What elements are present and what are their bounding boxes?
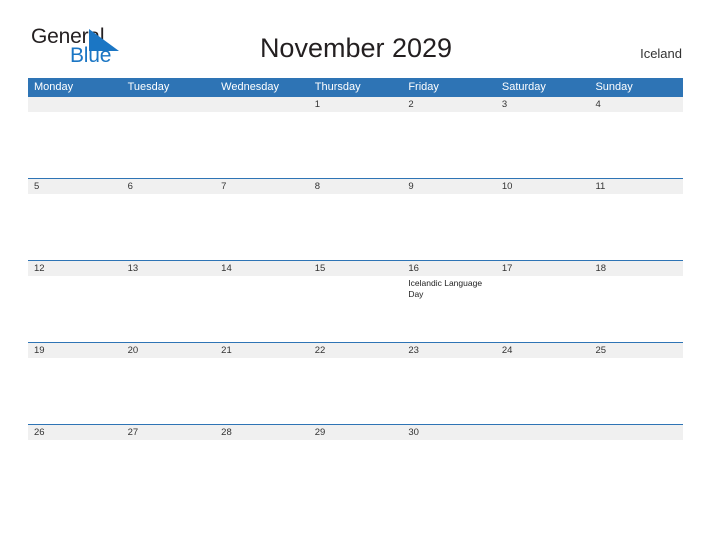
day-number[interactable]: 9 bbox=[402, 179, 496, 194]
day-cell-empty bbox=[28, 112, 122, 178]
week-event-band bbox=[28, 440, 683, 506]
day-cell-empty bbox=[309, 194, 403, 260]
page-header: General Blue November 2029 Iceland bbox=[0, 0, 712, 76]
calendar-grid: Monday Tuesday Wednesday Thursday Friday Satu… bbox=[28, 78, 683, 506]
day-cell-empty bbox=[122, 358, 216, 424]
weekday-header-saturday: Saturday bbox=[501, 81, 546, 93]
day-cell-empty bbox=[28, 358, 122, 424]
day-number[interactable]: 8 bbox=[309, 179, 403, 194]
day-number[interactable]: 12 bbox=[28, 261, 122, 276]
day-cell-empty bbox=[496, 276, 590, 342]
day-number[interactable]: 30 bbox=[402, 425, 496, 440]
day-number bbox=[122, 97, 216, 112]
calendar-page: General Blue November 2029 Iceland Monda… bbox=[0, 0, 712, 550]
day-number[interactable]: 16 bbox=[402, 261, 496, 276]
day-cell-empty bbox=[496, 358, 590, 424]
day-number[interactable]: 25 bbox=[589, 343, 683, 358]
calendar-week-row: 26 27 28 29 30 bbox=[28, 424, 683, 506]
day-number bbox=[589, 425, 683, 440]
day-cell-empty bbox=[402, 440, 496, 506]
day-number[interactable]: 7 bbox=[215, 179, 309, 194]
day-cell-empty bbox=[215, 276, 309, 342]
day-number[interactable]: 27 bbox=[122, 425, 216, 440]
calendar-week-row: 12 13 14 15 16 17 18 Icelandic Language Day bbox=[28, 260, 683, 342]
day-number[interactable]: 21 bbox=[215, 343, 309, 358]
day-cell-empty bbox=[309, 358, 403, 424]
day-cell-empty bbox=[215, 358, 309, 424]
week-date-band: 5 6 7 8 9 10 11 bbox=[28, 179, 683, 194]
day-number[interactable]: 19 bbox=[28, 343, 122, 358]
weekday-header-friday: Friday bbox=[408, 81, 439, 93]
day-cell-empty bbox=[28, 440, 122, 506]
day-cell-empty bbox=[215, 194, 309, 260]
day-cell-empty bbox=[122, 112, 216, 178]
day-cell-empty bbox=[215, 440, 309, 506]
day-number[interactable]: 5 bbox=[28, 179, 122, 194]
week-event-band: Icelandic Language Day bbox=[28, 276, 683, 342]
calendar-weeks: 1 2 3 4 5 6 7 8 9 10 11 12 13 14 15 16 17 18 Icelandic Lan… bbox=[28, 97, 683, 506]
weekday-header-monday: Monday bbox=[34, 81, 74, 93]
day-number[interactable]: 17 bbox=[496, 261, 590, 276]
day-number[interactable]: 10 bbox=[496, 179, 590, 194]
calendar-week-row: 5 6 7 8 9 10 11 bbox=[28, 178, 683, 260]
day-number bbox=[496, 425, 590, 440]
week-date-band: 26 27 28 29 30 bbox=[28, 425, 683, 440]
day-cell-empty bbox=[309, 112, 403, 178]
day-number[interactable]: 20 bbox=[122, 343, 216, 358]
day-number[interactable]: 3 bbox=[496, 97, 590, 112]
day-cell-empty bbox=[496, 112, 590, 178]
day-number[interactable]: 14 bbox=[215, 261, 309, 276]
day-cell-empty bbox=[589, 194, 683, 260]
day-cell-empty bbox=[589, 358, 683, 424]
day-number[interactable]: 2 bbox=[402, 97, 496, 112]
day-number[interactable]: 24 bbox=[496, 343, 590, 358]
day-number[interactable]: 28 bbox=[215, 425, 309, 440]
day-number[interactable]: 26 bbox=[28, 425, 122, 440]
day-number[interactable]: 22 bbox=[309, 343, 403, 358]
weekday-header-thursday: Thursday bbox=[314, 81, 361, 93]
day-cell-empty bbox=[309, 276, 403, 342]
day-cell-empty bbox=[402, 358, 496, 424]
day-number[interactable]: 13 bbox=[122, 261, 216, 276]
week-event-band bbox=[28, 112, 683, 178]
page-title: November 2029 bbox=[259, 33, 453, 63]
day-number[interactable]: 23 bbox=[402, 343, 496, 358]
day-number[interactable]: 1 bbox=[309, 97, 403, 112]
day-number[interactable]: 29 bbox=[309, 425, 403, 440]
weekday-header-wednesday: Wednesday bbox=[221, 81, 280, 93]
day-cell-empty bbox=[28, 194, 122, 260]
day-cell-empty bbox=[122, 440, 216, 506]
region-label: Iceland bbox=[640, 46, 682, 61]
day-cell-empty bbox=[309, 440, 403, 506]
day-cell-empty bbox=[496, 194, 590, 260]
week-date-band: 19 20 21 22 23 24 25 bbox=[28, 343, 683, 358]
day-cell-empty bbox=[28, 276, 122, 342]
day-number[interactable]: 6 bbox=[122, 179, 216, 194]
day-cell-empty bbox=[122, 194, 216, 260]
day-cell-empty bbox=[402, 194, 496, 260]
day-event-label: Icelandic Language Day bbox=[408, 278, 483, 299]
day-cell-empty bbox=[589, 276, 683, 342]
day-cell-empty bbox=[122, 276, 216, 342]
day-cell-empty bbox=[402, 112, 496, 178]
day-number[interactable]: 4 bbox=[589, 97, 683, 112]
day-number bbox=[28, 97, 122, 112]
day-number bbox=[215, 97, 309, 112]
calendar-week-row: 19 20 21 22 23 24 25 bbox=[28, 342, 683, 424]
week-event-band bbox=[28, 358, 683, 424]
day-cell-empty bbox=[496, 440, 590, 506]
day-cell-empty bbox=[589, 112, 683, 178]
calendar-week-row: 1234 bbox=[28, 97, 683, 178]
week-date-band: 1234 bbox=[28, 97, 683, 112]
day-number[interactable]: 18 bbox=[589, 261, 683, 276]
day-cell-empty bbox=[215, 112, 309, 178]
day-number[interactable]: 11 bbox=[589, 179, 683, 194]
week-event-band bbox=[28, 194, 683, 260]
weekday-header-sunday: Sunday bbox=[595, 81, 633, 93]
week-date-band: 12 13 14 15 16 17 18 bbox=[28, 261, 683, 276]
day-cell-empty bbox=[589, 440, 683, 506]
weekday-header-row: Monday Tuesday Wednesday Thursday Friday Satu… bbox=[28, 78, 683, 97]
day-number[interactable]: 15 bbox=[309, 261, 403, 276]
weekday-header-tuesday: Tuesday bbox=[127, 81, 170, 93]
